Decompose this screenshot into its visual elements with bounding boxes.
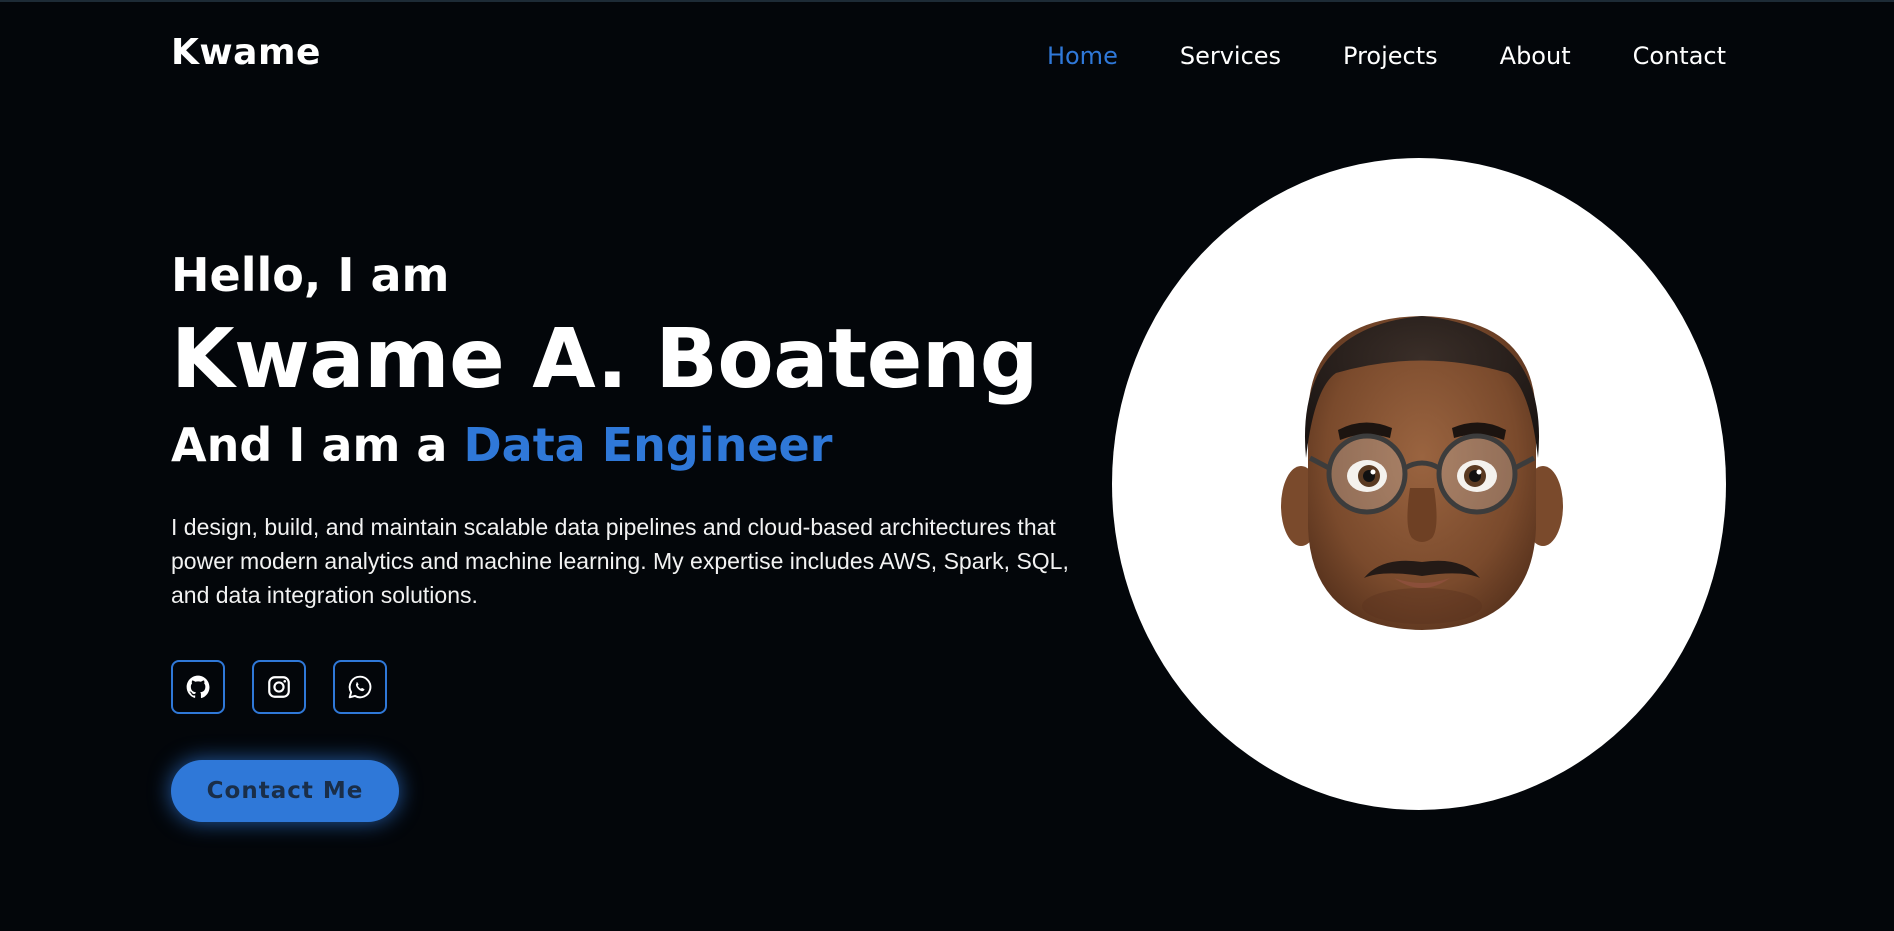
- nav-home[interactable]: Home: [1047, 42, 1118, 70]
- instagram-link[interactable]: [252, 660, 306, 714]
- hero-name: Kwame A. Boateng: [171, 312, 1038, 407]
- site-logo[interactable]: Kwame: [171, 32, 321, 73]
- memoji-avatar-image: [1281, 316, 1563, 630]
- nav-about[interactable]: About: [1500, 42, 1571, 70]
- whatsapp-link[interactable]: [333, 660, 387, 714]
- hero-role: And I am a Data Engineer: [171, 410, 1091, 480]
- profile-avatar: [1112, 158, 1726, 810]
- nav-contact[interactable]: Contact: [1633, 42, 1726, 70]
- hero-greeting: Hello, I am: [171, 248, 450, 302]
- site-header: Kwame Home Services Projects About Conta…: [0, 0, 1894, 116]
- whatsapp-icon: [348, 675, 372, 699]
- nav-services[interactable]: Services: [1180, 42, 1281, 70]
- hero-intro: Hello, I am Kwame A. Boateng And I am a …: [171, 244, 1091, 635]
- hero-description: I design, build, and maintain scalable d…: [171, 514, 1069, 608]
- github-icon: [186, 675, 210, 699]
- hero-role-title: Data Engineer: [463, 418, 833, 472]
- hero-role-prefix: And I am a: [171, 418, 448, 472]
- instagram-icon: [268, 676, 290, 698]
- nav-projects[interactable]: Projects: [1343, 42, 1438, 70]
- main-nav: Home Services Projects About Contact: [985, 42, 1726, 70]
- github-link[interactable]: [171, 660, 225, 714]
- social-links: [171, 660, 414, 714]
- contact-me-button[interactable]: Contact Me: [171, 760, 399, 822]
